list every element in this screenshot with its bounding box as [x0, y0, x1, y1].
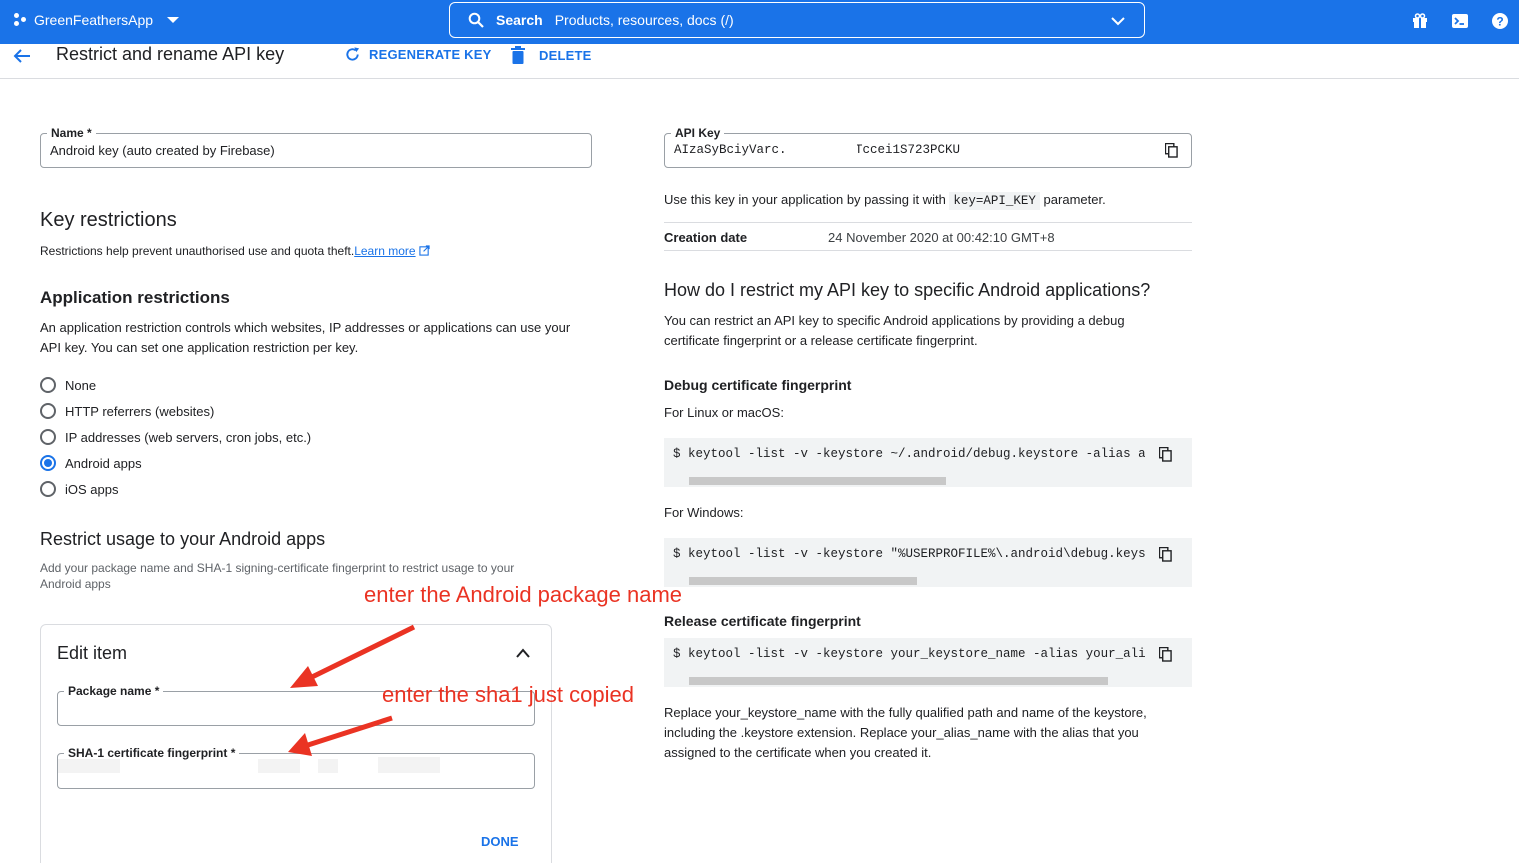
name-field[interactable]: Name * Android key (auto created by Fire…	[40, 126, 592, 168]
help-heading: How do I restrict my API key to specific…	[664, 280, 1151, 300]
radio-button[interactable]	[40, 429, 56, 445]
search-icon	[468, 12, 484, 28]
copy-icon[interactable]	[1159, 647, 1172, 662]
redacted-value	[258, 759, 300, 773]
regenerate-key-button[interactable]: REGENERATE KEY	[344, 46, 491, 63]
project-icon	[14, 13, 28, 27]
api-key-value-start[interactable]: AIzaSyBciyVarc.	[674, 143, 787, 157]
sha1-annotation: enter the sha1 just copied	[382, 682, 634, 707]
application-restrictions-heading: Application restrictions	[40, 288, 230, 307]
divider	[664, 250, 1192, 251]
regenerate-key-label: REGENERATE KEY	[369, 47, 492, 62]
linux-command[interactable]: $ keytool -list -v -keystore ~/.android/…	[673, 447, 1145, 461]
sha1-fingerprint-label: SHA-1 certificate fingerprint *	[64, 746, 240, 760]
api-key-value-end[interactable]: 7_Tccei1S723PCKU	[840, 143, 960, 157]
chevron-down-icon	[167, 17, 180, 23]
gift-icon[interactable]	[1411, 12, 1429, 30]
delete-label: DELETE	[539, 47, 592, 63]
windows-command-block: $ keytool -list -v -keystore "%USERPROFI…	[664, 538, 1192, 587]
edit-item-title: Edit item	[57, 643, 128, 663]
radio-button-selected[interactable]	[40, 455, 56, 471]
radio-label: IP addresses (web servers, cron jobs, et…	[65, 429, 312, 445]
external-link-icon[interactable]	[419, 245, 430, 256]
horizontal-scrollbar[interactable]	[689, 677, 1108, 685]
help-icon[interactable]: ?	[1491, 12, 1509, 30]
horizontal-scrollbar[interactable]	[689, 477, 946, 485]
api-key-usage: Use this key in your application by pass…	[664, 192, 1106, 210]
done-button[interactable]: DONE	[481, 834, 519, 849]
name-field-value[interactable]: Android key (auto created by Firebase)	[50, 143, 275, 158]
linux-label: For Linux or macOS:	[664, 405, 784, 420]
copy-icon[interactable]	[1159, 547, 1172, 562]
radio-label: None	[65, 377, 97, 393]
divider	[664, 222, 1192, 223]
key-restrictions-description: Restrictions help prevent unauthorised u…	[40, 243, 430, 259]
page-header: Restrict and rename API key REGENERATE K…	[0, 44, 1519, 79]
project-name: GreenFeathersApp	[34, 12, 154, 28]
page-title: Restrict and rename API key	[56, 44, 285, 64]
copy-icon[interactable]	[1159, 447, 1172, 462]
radio-label: HTTP referrers (websites)	[65, 403, 215, 419]
learn-more-link[interactable]: Learn more	[354, 244, 415, 258]
chevron-down-icon[interactable]	[1110, 13, 1126, 29]
creation-date-value: 24 November 2020 at 00:42:10 GMT+8	[828, 230, 1055, 245]
radio-label: Android apps	[65, 455, 142, 471]
debug-fingerprint-heading: Debug certificate fingerprint	[664, 377, 852, 393]
radio-button[interactable]	[40, 377, 56, 393]
package-name-annotation: enter the Android package name	[364, 582, 683, 607]
radio-android-apps[interactable]: Android apps	[40, 455, 142, 471]
terminal-icon[interactable]	[1451, 12, 1469, 30]
redacted-value	[378, 757, 440, 773]
radio-ios-apps[interactable]: iOS apps	[40, 481, 118, 497]
name-field-label: Name *	[47, 126, 96, 140]
release-command-block: $ keytool -list -v -keystore your_keysto…	[664, 638, 1192, 687]
release-command[interactable]: $ keytool -list -v -keystore your_keysto…	[673, 647, 1145, 661]
windows-label: For Windows:	[664, 505, 744, 520]
key-restrictions-heading: Key restrictions	[40, 209, 177, 231]
radio-none[interactable]: None	[40, 377, 96, 393]
project-selector[interactable]: GreenFeathersApp	[14, 12, 180, 28]
release-fingerprint-heading: Release certificate fingerprint	[664, 613, 861, 629]
radio-button[interactable]	[40, 403, 56, 419]
search-placeholder: Products, resources, docs (/)	[554, 12, 734, 28]
radio-label: iOS apps	[65, 481, 119, 497]
help-intro: You can restrict an API key to specific …	[664, 313, 1125, 348]
copy-icon[interactable]	[1165, 143, 1178, 158]
creation-date-label: Creation date	[664, 230, 748, 245]
windows-command[interactable]: $ keytool -list -v -keystore "%USERPROFI…	[673, 547, 1145, 561]
search-bar[interactable]: Search Products, resources, docs (/)	[449, 2, 1145, 38]
delete-button[interactable]: DELETE	[511, 46, 591, 64]
api-key-field[interactable]: API Key AIzaSyBciyVarc. 7_Tccei1S723PCKU	[664, 126, 1192, 168]
top-bar: GreenFeathersApp Search Products, resour…	[0, 0, 1519, 44]
redacted-value	[801, 138, 857, 164]
restrict-usage-heading: Restrict usage to your Android apps	[40, 529, 326, 549]
back-arrow-icon[interactable]	[12, 46, 32, 66]
redacted-value	[318, 759, 338, 773]
package-name-label: Package name *	[64, 684, 164, 698]
radio-http-referrers[interactable]: HTTP referrers (websites)	[40, 403, 214, 419]
refresh-icon	[346, 47, 360, 61]
linux-command-block: $ keytool -list -v -keystore ~/.android/…	[664, 438, 1192, 487]
application-restrictions-description: An application restriction controls whic…	[40, 320, 571, 355]
search-label: Search	[496, 12, 543, 28]
trash-icon	[511, 46, 525, 64]
radio-button[interactable]	[40, 481, 56, 497]
chevron-up-icon[interactable]	[515, 647, 531, 659]
radio-ip-addresses[interactable]: IP addresses (web servers, cron jobs, et…	[40, 429, 311, 445]
edit-item-card: Edit item Package name * SHA-1 certifica…	[40, 624, 552, 863]
api-key-label: API Key	[671, 126, 725, 140]
redacted-value	[58, 759, 120, 773]
help-outro: Replace your_keystore_name with the full…	[664, 705, 1147, 760]
svg-text:?: ?	[1496, 15, 1503, 29]
key-param-code: key=API_KEY	[949, 192, 1040, 210]
horizontal-scrollbar[interactable]	[689, 577, 917, 585]
